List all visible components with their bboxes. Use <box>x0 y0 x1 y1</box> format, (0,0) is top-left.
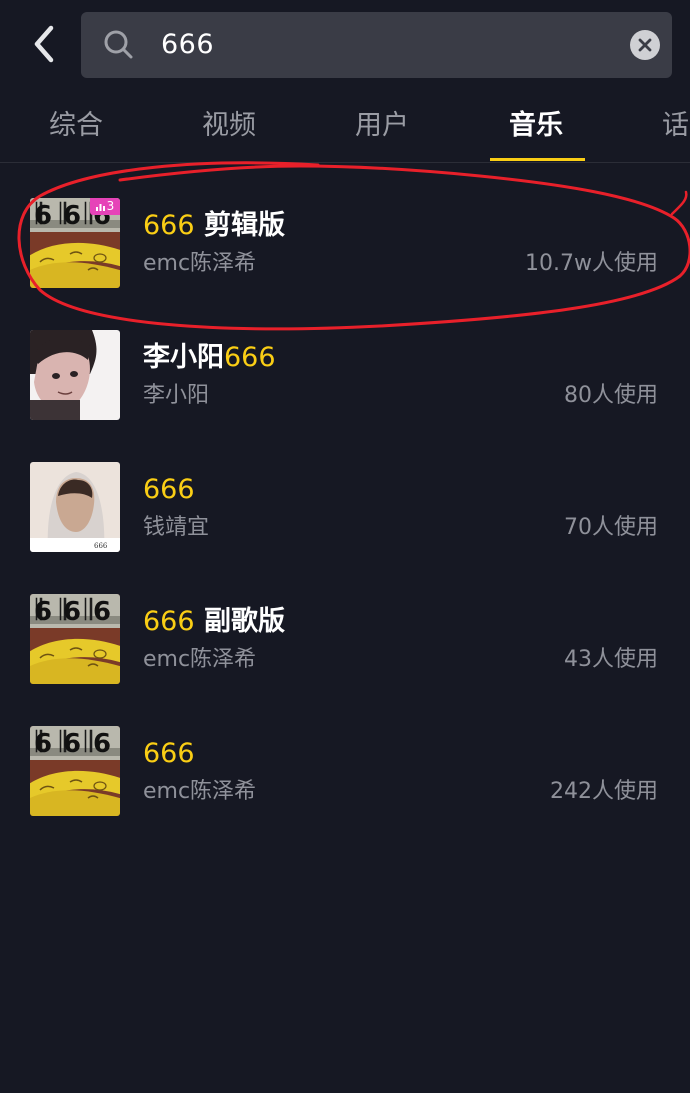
list-item[interactable]: 666 emc陈泽希 242人使用 <box>0 691 690 823</box>
title-highlight: 666 <box>143 606 195 637</box>
artist-name: emc陈泽希 <box>143 779 257 804</box>
artist-name: 李小阳 <box>143 383 210 408</box>
tab-users[interactable]: 用户 <box>355 92 409 160</box>
song-title: 李小阳666 <box>143 341 276 375</box>
title-highlight: 666 <box>143 210 195 241</box>
tab-music[interactable]: 音乐 <box>509 92 563 160</box>
list-item[interactable]: 666 666 钱靖宜 70人使用 <box>0 427 690 559</box>
list-item[interactable]: 李小阳666 李小阳 80人使用 <box>0 295 690 427</box>
song-title: 666 <box>143 473 195 507</box>
album-cover <box>30 594 120 684</box>
artist-name: emc陈泽希 <box>143 251 257 276</box>
song-title: 666 <box>143 737 195 771</box>
active-tab-indicator <box>490 158 585 161</box>
album-cover <box>30 726 120 816</box>
clear-button[interactable] <box>630 30 660 60</box>
search-input[interactable]: 666 <box>81 12 672 78</box>
clear-icon <box>638 38 652 52</box>
artist-name: emc陈泽希 <box>143 647 257 672</box>
title-prefix: 李小阳 <box>143 342 224 373</box>
album-cover <box>30 330 120 420</box>
title-rest: 剪辑版 <box>194 210 285 241</box>
tab-topics[interactable]: 话 <box>662 92 689 160</box>
search-query[interactable]: 666 <box>161 12 214 78</box>
usage-count: 10.7w人使用 <box>525 251 658 276</box>
album-cover: 666 <box>30 462 120 552</box>
usage-count: 70人使用 <box>564 515 658 540</box>
usage-count: 242人使用 <box>550 779 658 804</box>
tab-general[interactable]: 综合 <box>49 92 103 160</box>
rank-number: 3 <box>106 199 115 213</box>
usage-count: 80人使用 <box>564 383 658 408</box>
svg-text:666: 666 <box>94 542 108 550</box>
song-title: 666 副歌版 <box>143 605 285 639</box>
title-rest: 副歌版 <box>194 606 285 637</box>
title-highlight: 666 <box>143 474 195 505</box>
title-highlight: 666 <box>224 342 276 373</box>
bar-chart-icon <box>95 204 105 211</box>
top-bar: 666 <box>0 0 690 92</box>
chevron-left-icon <box>34 25 54 63</box>
list-item[interactable]: 3 666 剪辑版 emc陈泽希 10.7w人使用 <box>0 163 690 295</box>
result-tabs: 综合 视频 用户 音乐 话 <box>0 92 690 163</box>
album-cover: 3 <box>30 198 120 288</box>
song-title: 666 剪辑版 <box>143 209 285 243</box>
list-item[interactable]: 666 副歌版 emc陈泽希 43人使用 <box>0 559 690 691</box>
search-icon <box>104 30 133 59</box>
tab-videos[interactable]: 视频 <box>202 92 256 160</box>
back-button[interactable] <box>24 22 64 66</box>
artist-name: 钱靖宜 <box>143 515 210 540</box>
title-highlight: 666 <box>143 738 195 769</box>
usage-count: 43人使用 <box>564 647 658 672</box>
rank-badge: 3 <box>90 198 120 215</box>
